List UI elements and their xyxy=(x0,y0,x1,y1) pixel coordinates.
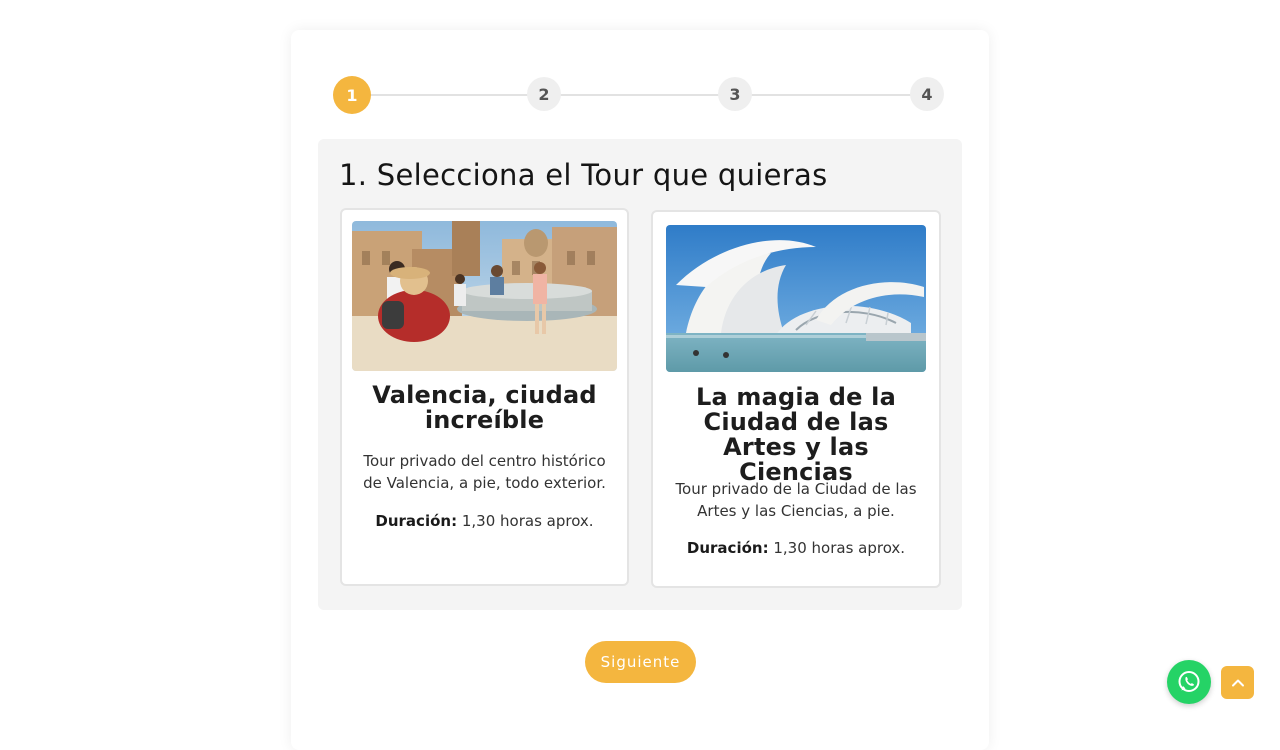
ciudad-artes-ciencias-photo xyxy=(666,225,926,372)
step-4[interactable]: 4 xyxy=(910,77,944,111)
tour-card-title: La magia de la Ciudad de las Artes y las… xyxy=(695,383,897,486)
whatsapp-icon[interactable] xyxy=(1167,660,1211,704)
tour-card-description: Tour privado de la Ciudad de las Artes y… xyxy=(675,480,917,520)
tour-card-description: Tour privado del centro histórico de Val… xyxy=(363,452,606,492)
tour-card-ciudad-artes[interactable]: La magia de la Ciudad de las Artes y las… xyxy=(651,210,941,588)
tour-card-duration: Duración: 1,30 horas aprox. xyxy=(342,512,627,530)
duration-label: Duración: xyxy=(375,512,458,530)
duration-label: Duración: xyxy=(686,539,769,557)
step-1[interactable]: 1 xyxy=(333,76,371,114)
tour-card-title: Valencia, ciudad increíble xyxy=(372,381,597,434)
tour-card-duration: Duración: 1,30 horas aprox. xyxy=(653,539,939,557)
step-2[interactable]: 2 xyxy=(527,77,561,111)
step-connector-line xyxy=(351,94,928,96)
step-3[interactable]: 3 xyxy=(718,77,752,111)
tour-card-valencia[interactable]: Valencia, ciudad increíble Tour privado … xyxy=(340,208,629,586)
step-indicator: 1 2 3 4 xyxy=(333,76,946,114)
next-button[interactable]: Siguiente xyxy=(585,641,696,683)
chevron-up-icon[interactable] xyxy=(1221,666,1254,699)
duration-value: 1,30 horas aprox. xyxy=(773,539,906,557)
section-title: 1. Selecciona el Tour que quieras xyxy=(339,158,828,192)
duration-value: 1,30 horas aprox. xyxy=(461,512,594,530)
valencia-plaza-photo xyxy=(352,221,617,371)
